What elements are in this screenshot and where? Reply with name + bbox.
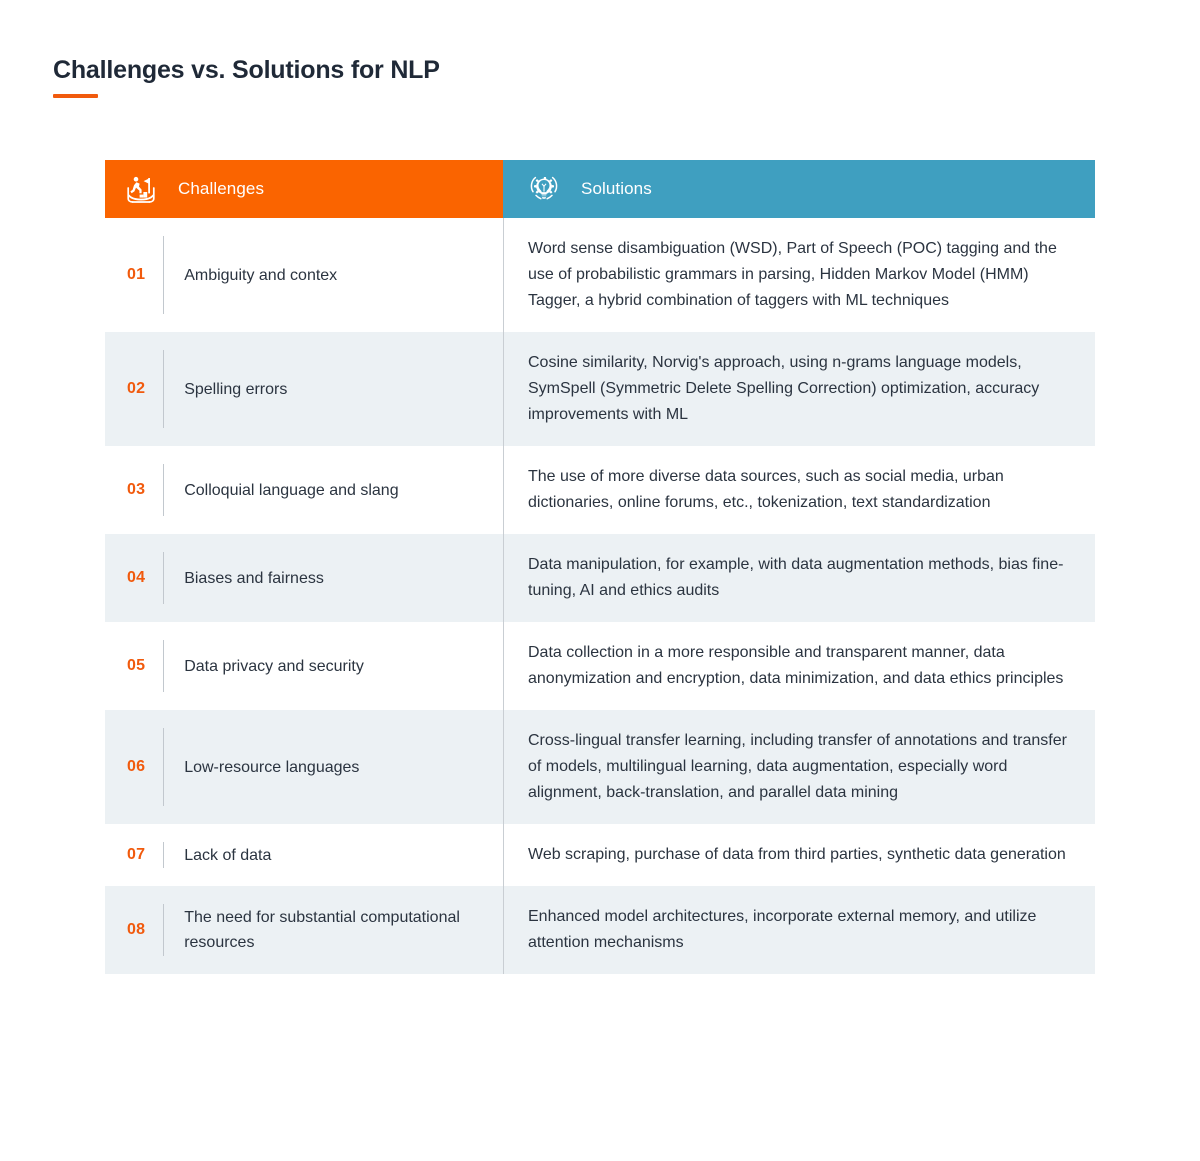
row-number-divider <box>163 904 165 956</box>
infographic-page: Challenges vs. Solutions for NLP Challen… <box>0 0 1200 1161</box>
row-number-divider <box>163 552 165 604</box>
row-number-divider <box>163 728 165 806</box>
table-row: 08 The need for substantial computationa… <box>105 886 1095 974</box>
solution-text: The use of more diverse data sources, su… <box>528 468 1004 511</box>
solution-text: Word sense disambiguation (WSD), Part of… <box>528 240 1057 309</box>
challenge-text: Colloquial language and slang <box>184 481 399 499</box>
page-title: Challenges vs. Solutions for NLP <box>53 56 440 84</box>
solution-cell: Data manipulation, for example, with dat… <box>503 534 1095 622</box>
challenge-cell: 04 Biases and fairness <box>105 534 503 622</box>
challenge-cell: 03 Colloquial language and slang <box>105 446 503 534</box>
row-number-divider <box>163 842 165 868</box>
table-row: 04 Biases and fairness Data manipulation… <box>105 534 1095 622</box>
table-header-solutions: Solutions <box>503 160 1095 218</box>
row-number: 03 <box>127 481 146 498</box>
solution-text: Cross-lingual transfer learning, includi… <box>528 732 1067 801</box>
solution-text: Cosine similarity, Norvig's approach, us… <box>528 354 1040 423</box>
solution-cell: Enhanced model architectures, incorporat… <box>503 886 1095 974</box>
table-header-row: Challenges Solutions <box>105 160 1095 218</box>
challenge-cell: 05 Data privacy and security <box>105 622 503 710</box>
row-number: 06 <box>127 758 146 775</box>
row-number-divider <box>163 640 165 692</box>
table-row: 01 Ambiguity and contex Word sense disam… <box>105 218 1095 332</box>
table-row: 07 Lack of data Web scraping, purchase o… <box>105 824 1095 886</box>
solution-cell: The use of more diverse data sources, su… <box>503 446 1095 534</box>
table-header-challenges-label: Challenges <box>178 179 265 198</box>
solution-cell: Cosine similarity, Norvig's approach, us… <box>503 332 1095 446</box>
row-number-divider <box>163 236 165 314</box>
solution-cell: Web scraping, purchase of data from thir… <box>503 824 1095 886</box>
challenge-text: Lack of data <box>184 846 272 864</box>
row-number: 02 <box>127 380 146 397</box>
challenge-cell: 06 Low-resource languages <box>105 710 503 824</box>
table-row: 05 Data privacy and security Data collec… <box>105 622 1095 710</box>
challenges-solutions-table: Challenges Solutions 01 Ambiguity and co… <box>105 160 1095 974</box>
table-header-solutions-label: Solutions <box>581 179 652 198</box>
challenge-cell: 07 Lack of data <box>105 824 503 886</box>
challenge-text: The need for substantial computational r… <box>184 909 460 951</box>
challenge-text: Biases and fairness <box>184 569 324 587</box>
table-header-challenges: Challenges <box>105 160 503 218</box>
row-number: 08 <box>127 921 146 938</box>
table-row: 02 Spelling errors Cosine similarity, No… <box>105 332 1095 446</box>
lightbulb-gear-icon <box>528 173 560 205</box>
challenge-cell: 08 The need for substantial computationa… <box>105 886 503 974</box>
table-body: 01 Ambiguity and contex Word sense disam… <box>105 218 1095 974</box>
solution-text: Web scraping, purchase of data from thir… <box>528 846 1066 863</box>
title-block: Challenges vs. Solutions for NLP <box>53 55 440 98</box>
title-underline-rule <box>53 94 98 98</box>
row-number: 07 <box>127 846 146 863</box>
solution-cell: Word sense disambiguation (WSD), Part of… <box>503 218 1095 332</box>
solution-text: Enhanced model architectures, incorporat… <box>528 908 1037 951</box>
challenge-text: Spelling errors <box>184 380 288 398</box>
solution-cell: Cross-lingual transfer learning, includi… <box>503 710 1095 824</box>
challenge-cell: 02 Spelling errors <box>105 332 503 446</box>
solution-cell: Data collection in a more responsible an… <box>503 622 1095 710</box>
challenge-text: Ambiguity and contex <box>184 266 338 284</box>
row-number-divider <box>163 350 165 428</box>
challenge-cell: 01 Ambiguity and contex <box>105 218 503 332</box>
person-climbing-to-flag-icon <box>125 173 157 205</box>
row-number: 04 <box>127 569 146 586</box>
row-number: 01 <box>127 266 146 283</box>
row-number: 05 <box>127 657 146 674</box>
row-number-divider <box>163 464 165 516</box>
challenge-text: Data privacy and security <box>184 657 364 675</box>
solution-text: Data collection in a more responsible an… <box>528 644 1064 687</box>
challenge-text: Low-resource languages <box>184 758 360 776</box>
table-row: 03 Colloquial language and slang The use… <box>105 446 1095 534</box>
solution-text: Data manipulation, for example, with dat… <box>528 556 1064 599</box>
table-row: 06 Low-resource languages Cross-lingual … <box>105 710 1095 824</box>
